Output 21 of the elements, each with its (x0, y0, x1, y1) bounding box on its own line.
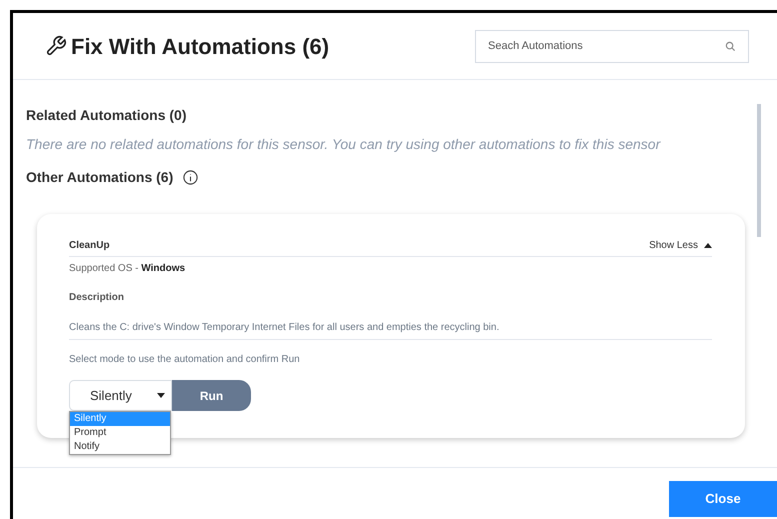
wrench-icon (45, 35, 67, 57)
close-button[interactable]: Close (669, 481, 777, 517)
caret-down-icon (157, 393, 165, 398)
section-heading: Related Automations (0) (26, 106, 188, 125)
automation-name: CleanUp (69, 239, 110, 253)
search-field[interactable]: Seach Automations (475, 30, 749, 62)
supported-os: Supported OS - Windows (69, 262, 186, 276)
dropdown-option[interactable]: Prompt (70, 426, 170, 440)
description-label: Description (69, 291, 126, 305)
mode-select[interactable]: Silently (69, 380, 172, 411)
mode-hint: Select mode to use the automation and confirm Run (69, 353, 301, 367)
run-button[interactable]: Run (172, 380, 251, 411)
empty-message: There are no related automations for this sensor. You can try using other automations to fix this sensor (26, 135, 662, 154)
description-text: Cleans the C: drive's Window Temporary Internet Files for all users and empties the recycling bin. (69, 320, 712, 340)
show-less-button[interactable]: Show Less (649, 238, 712, 253)
dropdown-option[interactable]: Notify (70, 440, 170, 454)
section-heading: Other Automations (6) (26, 168, 174, 187)
info-icon[interactable] (183, 170, 198, 185)
search-icon (725, 40, 736, 52)
scrollbar[interactable] (757, 104, 761, 237)
dialog-title: Fix With Automations (6) (71, 32, 330, 61)
